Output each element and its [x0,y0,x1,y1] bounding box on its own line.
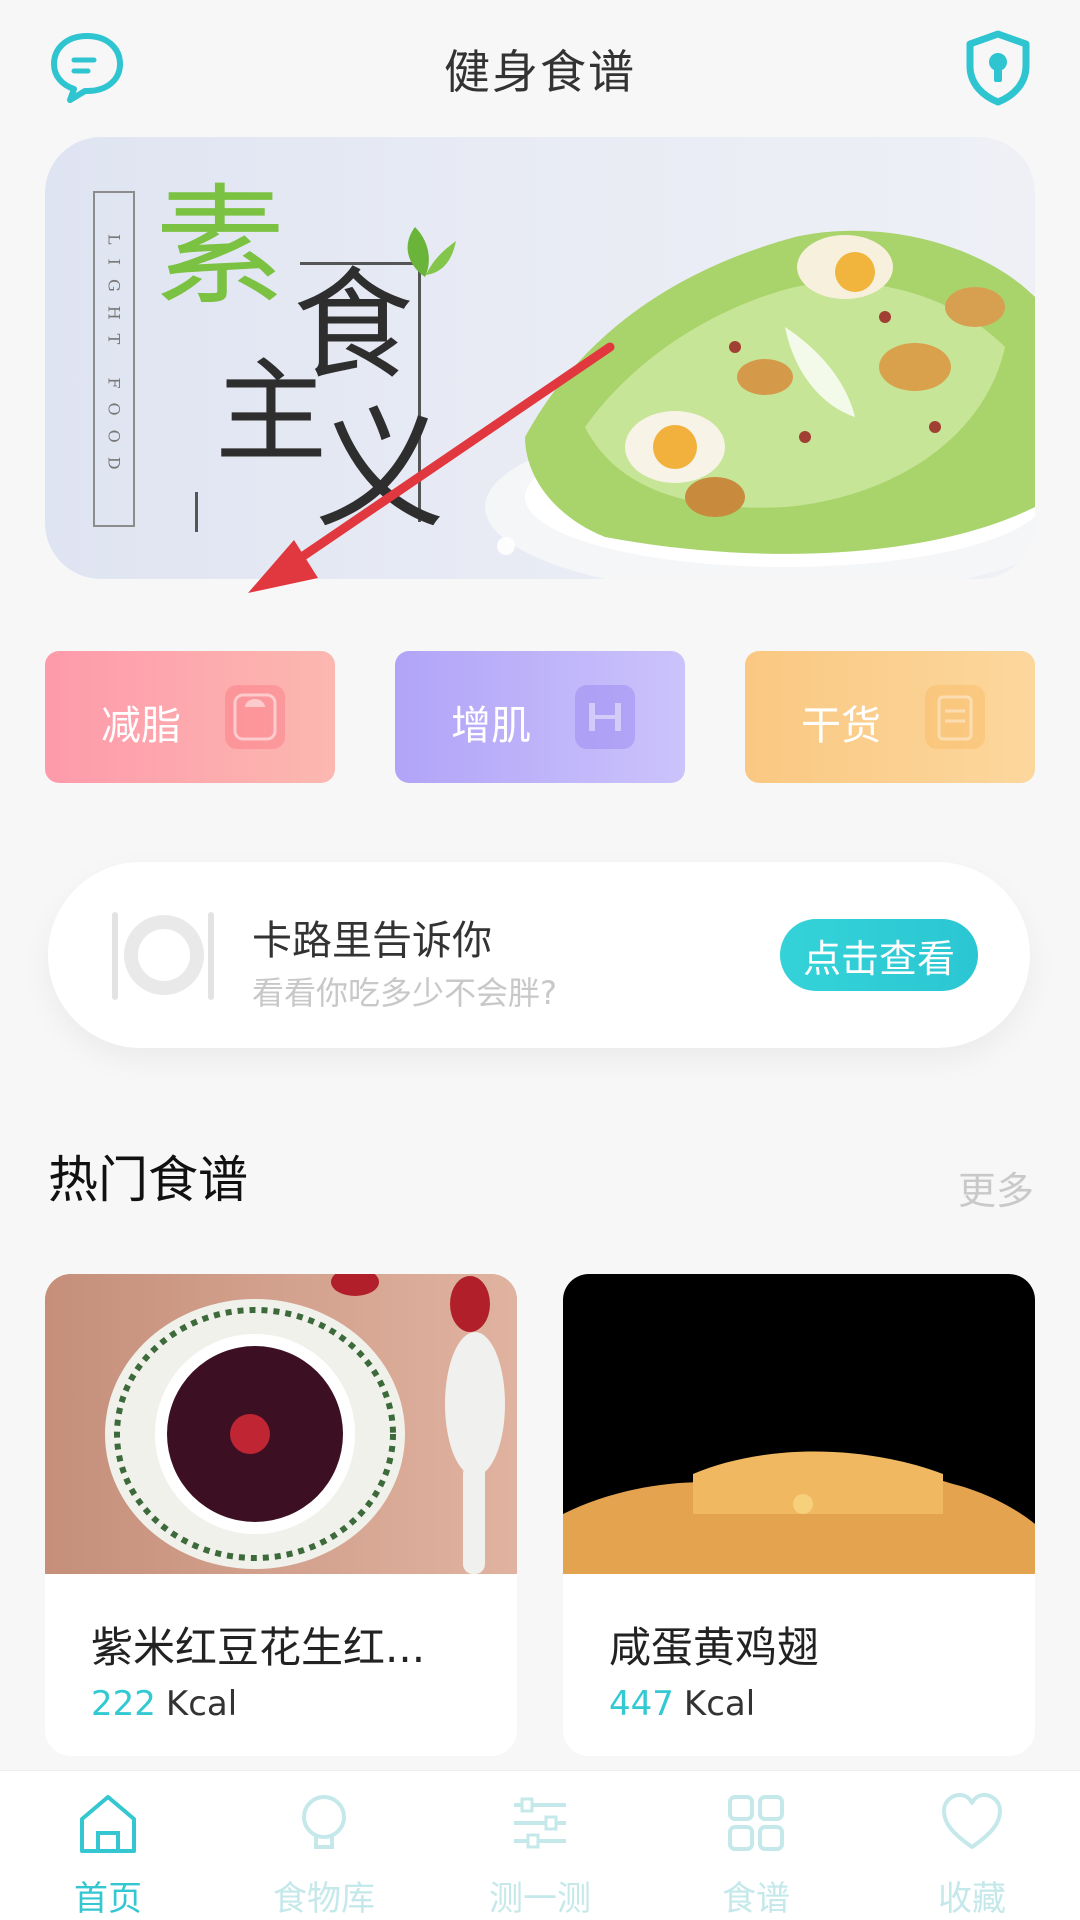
tab-label: 首页 [74,1879,142,1919]
calorie-title: 卡路里告诉你 [252,918,492,964]
banner-frame-line [195,492,198,532]
page-title: 健身食谱 [444,45,636,99]
recipe-kcal: 222 Kcal [91,1684,237,1724]
tab-label: 食物库 [273,1879,375,1919]
category-label: 增肌 [451,703,531,749]
kcal-unit: Kcal [683,1684,756,1724]
banner-char-su: 素 [155,171,286,323]
category-fat-loss-button[interactable]: 减脂 [45,651,335,783]
barbell-icon [575,685,635,749]
recipe-card[interactable]: 紫米红豆花生红... 222 Kcal [45,1274,517,1756]
banner-carousel[interactable]: LIGHT FOOD 素 主 食 义 [45,137,1035,579]
tab-bar: 首页 食物库 测一测 食谱 收藏 [0,1770,1080,1920]
clipboard-icon [925,685,985,749]
banner-char-yi: 义 [315,394,446,546]
recipe-card[interactable]: 咸蛋黄鸡翅 447 Kcal [563,1274,1035,1756]
calorie-card[interactable]: 卡路里告诉你 看看你吃多少不会胖? 点击查看 [48,862,1030,1048]
tab-favorites[interactable]: 收藏 [864,1771,1080,1920]
banner-vertical-text: LIGHT FOOD [104,234,124,484]
carousel-indicator[interactable] [497,537,515,555]
tab-recipes[interactable]: 食谱 [648,1771,864,1920]
tab-test[interactable]: 测一测 [432,1771,648,1920]
tab-home[interactable]: 首页 [0,1771,216,1920]
scale-icon [225,685,285,749]
section-title: 热门食谱 [48,1151,248,1209]
grid-icon [728,1795,784,1851]
category-tips-button[interactable]: 干货 [745,651,1035,783]
shield-lock-icon[interactable] [966,30,1030,106]
recipe-kcal: 447 Kcal [609,1684,755,1724]
more-link[interactable]: 更多 [958,1160,1034,1215]
category-muscle-gain-button[interactable]: 增肌 [395,651,685,783]
salad-image [485,230,1035,579]
recipe-name: 紫米红豆花生红... [91,1623,426,1672]
kcal-value: 447 [609,1684,674,1724]
leaf-icon [407,227,456,277]
bulb-icon [302,1795,346,1849]
recipe-image [45,1274,517,1574]
recipe-image [563,1274,1035,1574]
home-icon [80,1795,136,1853]
kcal-value: 222 [91,1684,156,1724]
screen: 健身食谱 LIGHT FOOD 素 主 食 义 减脂 增肌 干货 卡路里告诉你 … [0,0,1080,1920]
tab-food-library[interactable]: 食物库 [216,1771,432,1920]
header: 健身食谱 [0,0,1080,140]
sliders-icon [514,1797,566,1849]
category-label: 减脂 [101,703,181,749]
plate-cutlery-icon [108,902,218,1008]
heart-icon [942,1793,1002,1849]
tab-label: 收藏 [938,1879,1006,1919]
calorie-subtitle: 看看你吃多少不会胖? [252,974,557,1012]
view-calorie-button[interactable]: 点击查看 [780,919,978,991]
recipe-name: 咸蛋黄鸡翅 [609,1623,820,1672]
kcal-unit: Kcal [165,1684,238,1724]
tab-label: 测一测 [489,1879,591,1919]
category-label: 干货 [801,703,881,749]
banner-vertical-box: LIGHT FOOD [93,191,135,527]
tab-label: 食谱 [722,1879,790,1919]
